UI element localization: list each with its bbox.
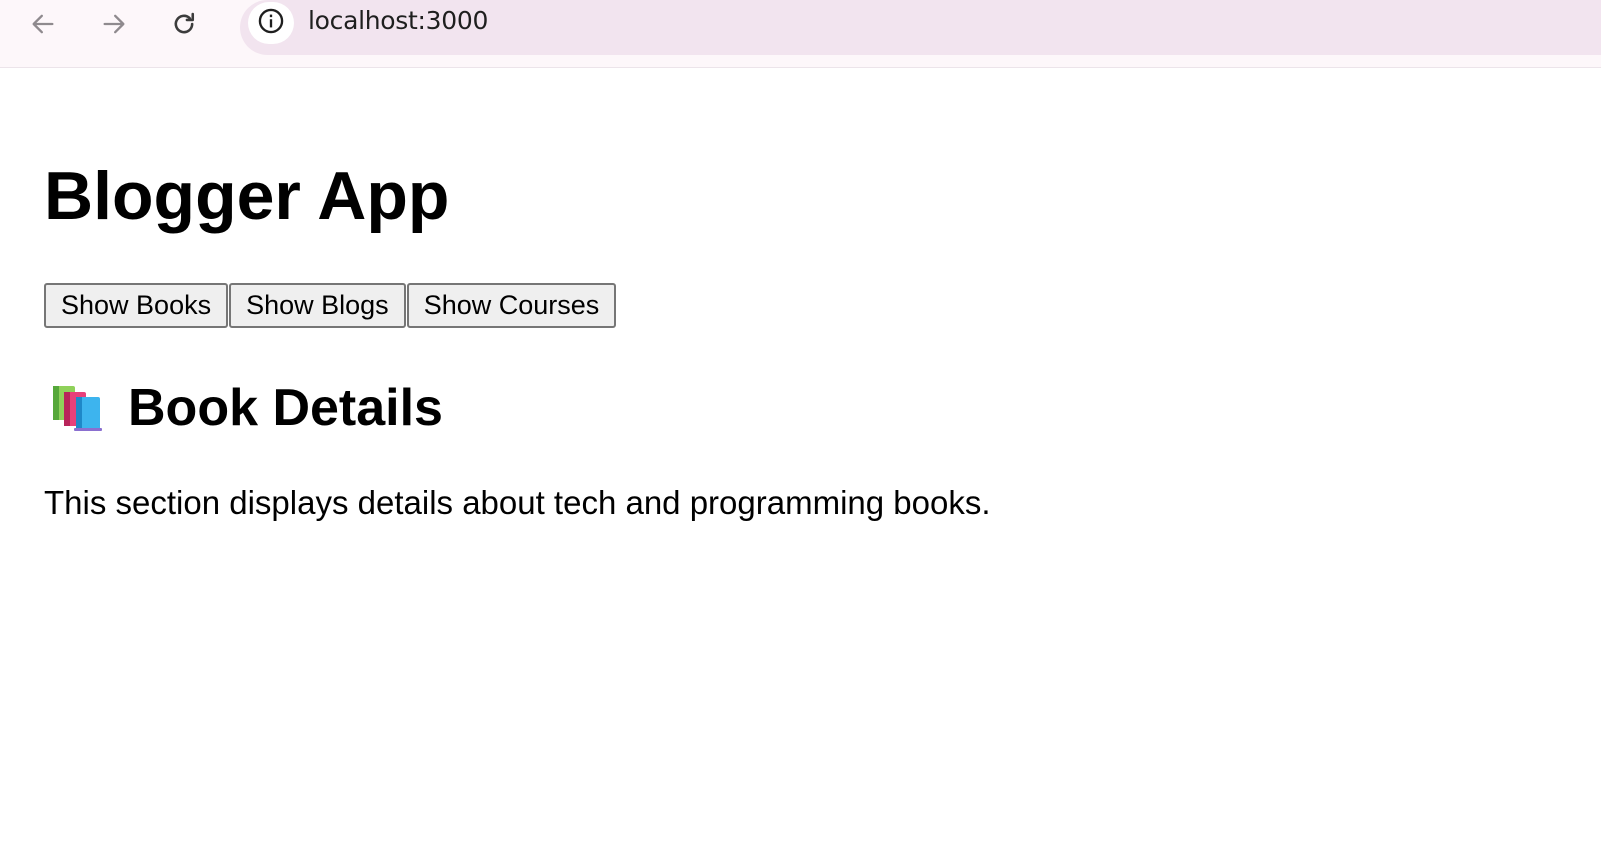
show-books-button[interactable]: Show Books [44, 283, 229, 328]
info-icon [257, 7, 285, 40]
section-description: This section displays details about tech… [44, 484, 991, 521]
page-content: Blogger App Show Books Show Blogs Show C… [0, 68, 1601, 841]
show-blogs-button[interactable]: Show Blogs [229, 283, 406, 328]
back-button[interactable] [25, 6, 61, 42]
url-text[interactable]: localhost:3000 [308, 6, 488, 35]
section-heading: Book Details [50, 373, 443, 443]
app-title: Blogger App [44, 158, 450, 234]
address-bar[interactable]: localhost:3000 [240, 0, 1601, 55]
arrow-left-icon [29, 10, 57, 38]
show-courses-button[interactable]: Show Courses [406, 283, 617, 328]
site-info-button[interactable] [248, 2, 294, 44]
arrow-right-icon [100, 10, 128, 38]
section-heading-text: Book Details [128, 379, 443, 437]
browser-toolbar: localhost:3000 [0, 0, 1601, 68]
button-group: Show Books Show Blogs Show Courses [44, 283, 617, 328]
forward-button[interactable] [96, 6, 132, 42]
reload-button[interactable] [166, 6, 202, 42]
books-icon [50, 382, 106, 434]
reload-icon [170, 10, 198, 38]
